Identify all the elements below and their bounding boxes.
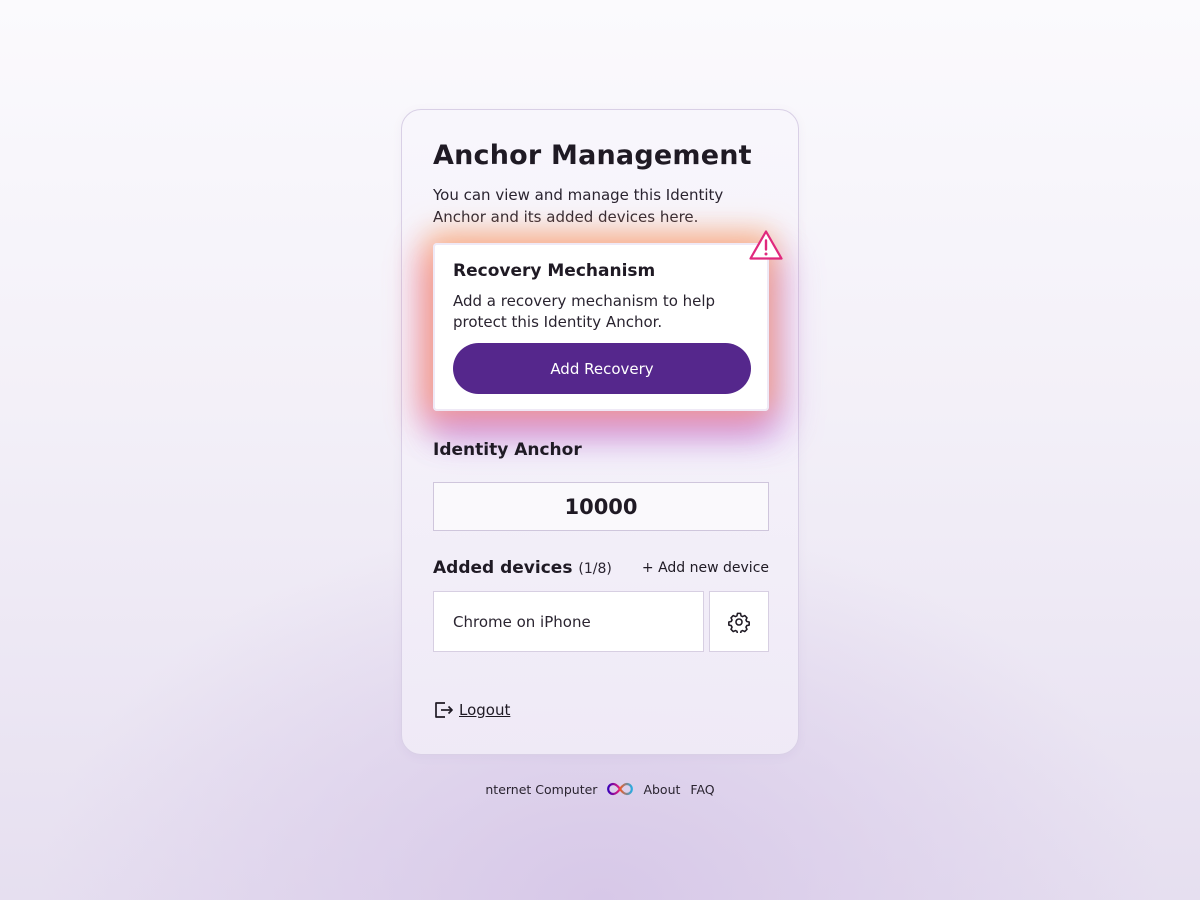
added-devices-title: Added devices	[433, 558, 573, 578]
page-title: Anchor Management	[433, 140, 752, 171]
device-item: Chrome on iPhone	[433, 591, 704, 652]
add-recovery-button[interactable]: Add Recovery	[453, 343, 751, 394]
footer-faq-link[interactable]: FAQ	[690, 782, 714, 797]
footer-brand: nternet Computer	[485, 781, 598, 797]
devices-count: (1/8)	[578, 561, 612, 577]
add-new-device-link[interactable]: + Add new device	[642, 560, 769, 576]
logout-label: Logout	[459, 701, 511, 719]
recovery-panel: Recovery Mechanism Add a recovery mechan…	[433, 243, 769, 411]
devices-header: Added devices (1/8) + Add new device	[433, 558, 769, 582]
logout-icon	[435, 702, 453, 718]
gear-icon	[728, 612, 750, 633]
identity-anchor-label: Identity Anchor	[433, 440, 582, 460]
page-subtitle: You can view and manage this Identity An…	[433, 186, 724, 226]
warning-icon	[749, 230, 783, 260]
logout-link[interactable]: Logout	[433, 700, 510, 720]
device-name: Chrome on iPhone	[453, 612, 591, 631]
recovery-description: Add a recovery mechanism to help protect…	[453, 292, 716, 331]
device-settings-button[interactable]	[709, 591, 769, 652]
identity-anchor-value: 10000	[433, 482, 769, 531]
anchor-management-card: Anchor Management You can view and manag…	[401, 109, 799, 755]
recovery-title: Recovery Mechanism	[453, 261, 656, 281]
footer: nternet Computer About FAQ	[0, 779, 1200, 799]
footer-about-link[interactable]: About	[643, 782, 680, 797]
added-devices-label: Added devices (1/8)	[433, 558, 612, 578]
infinity-logo-icon	[607, 782, 634, 796]
